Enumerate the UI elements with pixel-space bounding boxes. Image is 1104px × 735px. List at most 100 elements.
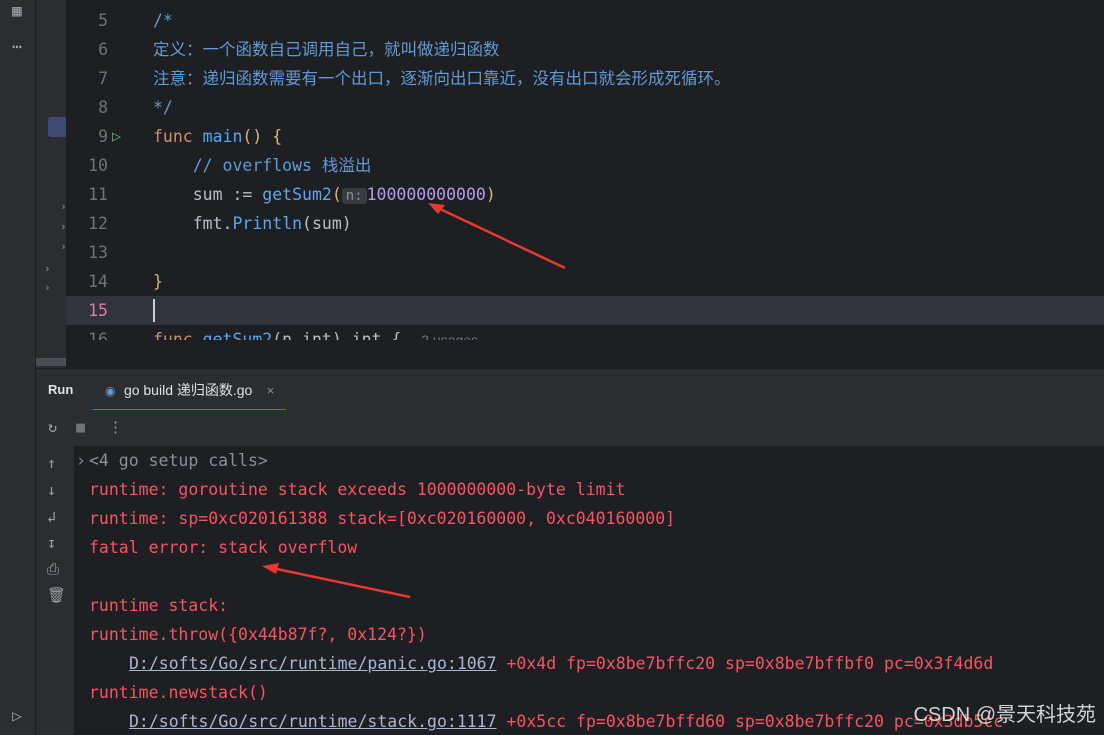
horizontal-scrollbar[interactable] bbox=[36, 358, 66, 366]
more-icon[interactable]: ⋯ bbox=[6, 36, 28, 58]
code-line[interactable]: 12 fmt.Println(sum) bbox=[66, 209, 1104, 238]
code-token: fmt. bbox=[153, 214, 233, 233]
code-token: 定义：一个函数自己调用自己，就叫做递归函数 bbox=[153, 40, 500, 59]
console-side-toolbar: ↑ ↓ ↲ ↧ ⎙ 🗑 bbox=[36, 446, 74, 735]
console-line: D:/softs/Go/src/runtime/stack.go:1117 +0… bbox=[129, 707, 1003, 735]
console-line: runtime: goroutine stack exceeds 1000000… bbox=[89, 480, 626, 499]
line-number: 11 bbox=[88, 185, 108, 204]
code-token: getSum2 bbox=[262, 185, 332, 204]
code-line[interactable]: 6 定义：一个函数自己调用自己，就叫做递归函数 bbox=[66, 35, 1104, 64]
print-icon[interactable]: ⎙ bbox=[47, 560, 59, 578]
code-line[interactable]: 11 sum := getSum2(n: 100000000000) bbox=[66, 180, 1104, 209]
code-text: func getSum2(n int) int { 2 usages bbox=[153, 325, 478, 340]
code-token: (n int) int { bbox=[272, 330, 422, 340]
code-text: /* bbox=[153, 6, 173, 35]
parameter-hint: n: bbox=[341, 188, 367, 204]
line-number: 6 bbox=[98, 40, 108, 59]
code-text: */ bbox=[153, 93, 173, 122]
source-link[interactable]: D:/softs/Go/src/runtime/panic.go:1067 bbox=[129, 654, 497, 673]
collapsed-setup-calls[interactable]: <4 go setup calls> bbox=[89, 446, 268, 475]
code-text: fmt.Println(sum) bbox=[153, 209, 352, 238]
go-file-icon: ◉ bbox=[105, 384, 116, 398]
code-text: } bbox=[153, 267, 163, 296]
source-link[interactable]: D:/softs/Go/src/runtime/stack.go:1117 bbox=[129, 712, 497, 731]
usages-hint[interactable]: 2 usages bbox=[421, 332, 478, 340]
watermark: CSDN @景天科技苑 bbox=[913, 704, 1096, 726]
code-line[interactable]: 7 注意：递归函数需要有一个出口，逐渐向出口靠近，没有出口就会形成死循环。 bbox=[66, 64, 1104, 93]
structure-icon[interactable]: ▦ bbox=[6, 0, 28, 22]
console-line: D:/softs/Go/src/runtime/panic.go:1067 +0… bbox=[129, 649, 993, 678]
line-number: 7 bbox=[98, 69, 108, 88]
code-token: sum := bbox=[153, 185, 263, 204]
code-line[interactable]: 14} bbox=[66, 267, 1104, 296]
code-token: func bbox=[153, 330, 203, 340]
line-number: 5 bbox=[98, 11, 108, 30]
scroll-to-end-icon[interactable]: ↧ bbox=[47, 534, 56, 552]
trash-icon[interactable]: 🗑 bbox=[47, 586, 66, 604]
code-token: Println bbox=[232, 214, 303, 233]
text-caret bbox=[153, 299, 155, 322]
code-text: func main() { bbox=[153, 122, 282, 151]
line-number: 10 bbox=[88, 156, 108, 175]
code-token: 100000000000 bbox=[366, 185, 486, 204]
code-text: 注意：递归函数需要有一个出口，逐渐向出口靠近，没有出口就会形成死循环。 bbox=[153, 64, 731, 93]
code-token: main bbox=[202, 127, 243, 146]
stop-icon[interactable]: ■ bbox=[76, 418, 85, 436]
expand-chevron-icon[interactable]: › bbox=[76, 446, 86, 475]
code-line[interactable]: 10 // overflows 栈溢出 bbox=[66, 151, 1104, 180]
run-title: Run bbox=[48, 382, 74, 397]
chevron-right-icon[interactable]: › bbox=[44, 281, 51, 294]
tree-selection bbox=[48, 117, 66, 137]
code-token: () { bbox=[242, 127, 283, 146]
code-token: func bbox=[153, 127, 203, 146]
code-text: 定义：一个函数自己调用自己，就叫做递归函数 bbox=[153, 35, 500, 64]
tab-label: go build 递归函数.go bbox=[123, 382, 253, 398]
close-icon[interactable]: × bbox=[267, 383, 275, 398]
code-line[interactable]: 16 func getSum2(n int) int { 2 usages bbox=[66, 325, 1104, 340]
code-line[interactable]: 5 /* bbox=[66, 6, 1104, 35]
arrow-down-icon[interactable]: ↓ bbox=[47, 481, 56, 499]
code-token: */ bbox=[153, 98, 173, 117]
line-number: 8 bbox=[98, 98, 108, 117]
code-line[interactable]: 15 bbox=[66, 296, 1104, 325]
code-token: /* bbox=[153, 11, 173, 30]
line-number: 15 bbox=[88, 301, 108, 320]
line-number: 9 bbox=[98, 127, 108, 146]
code-token: // overflows 栈溢出 bbox=[153, 156, 372, 175]
run-tool-window-header: Run ◉ go build 递归函数.go × bbox=[36, 368, 1104, 411]
project-tree-strip: › › › › › bbox=[36, 0, 67, 368]
code-line[interactable]: 13 bbox=[66, 238, 1104, 267]
code-text: // overflows 栈溢出 bbox=[153, 151, 372, 180]
code-line[interactable]: 9 ▷ func main() { bbox=[66, 122, 1104, 151]
code-token: ) bbox=[485, 185, 496, 204]
line-number: 14 bbox=[88, 272, 108, 291]
arrow-up-icon[interactable]: ↑ bbox=[47, 454, 56, 472]
code-token: getSum2 bbox=[202, 330, 273, 340]
code-token: } bbox=[153, 272, 163, 291]
code-token: ( bbox=[331, 185, 342, 204]
rerun-icon[interactable]: ↻ bbox=[48, 418, 57, 436]
run-gutter-icon[interactable]: ▷ bbox=[112, 122, 121, 151]
console-line: runtime.throw({0x44b87f?, 0x124?}) bbox=[89, 625, 427, 644]
line-number: 12 bbox=[88, 214, 108, 233]
activity-bar: ▦ ⋯ ▷ bbox=[0, 0, 36, 735]
code-editor[interactable]: 5 /* 6 定义：一个函数自己调用自己，就叫做递归函数 7 注意：递归函数需要有一个出口… bbox=[66, 0, 1104, 340]
tab-go-build[interactable]: ◉ go build 递归函数.go × bbox=[93, 369, 287, 411]
line-number: 13 bbox=[88, 243, 108, 262]
code-token: 注意：递归函数需要有一个出口，逐渐向出口靠近，没有出口就会形成死循环。 bbox=[153, 69, 731, 88]
code-line[interactable]: 8 */ bbox=[66, 93, 1104, 122]
chevron-right-icon[interactable]: › bbox=[44, 262, 51, 275]
code-token: (sum) bbox=[302, 214, 352, 233]
run-toolbar: ↻ ■ ⋮ bbox=[36, 410, 1104, 446]
console-output[interactable]: › <4 go setup calls> runtime: goroutine … bbox=[74, 446, 1104, 735]
code-text: sum := getSum2(n: 100000000000) bbox=[153, 180, 496, 211]
console-text: +0x4d fp=0x8be7bffc20 sp=0x8be7bffbf0 pc… bbox=[496, 654, 994, 673]
console-line: fatal error: stack overflow bbox=[89, 538, 358, 557]
line-number: 16 bbox=[88, 330, 108, 340]
services-icon[interactable]: ▷ bbox=[6, 705, 28, 727]
soft-wrap-icon[interactable]: ↲ bbox=[47, 508, 56, 526]
console-line: runtime: sp=0xc020161388 stack=[0xc02016… bbox=[89, 509, 676, 528]
console-line: runtime stack: bbox=[89, 596, 229, 615]
more-options-icon[interactable]: ⋮ bbox=[108, 418, 123, 436]
console-line: runtime.newstack() bbox=[89, 683, 268, 702]
